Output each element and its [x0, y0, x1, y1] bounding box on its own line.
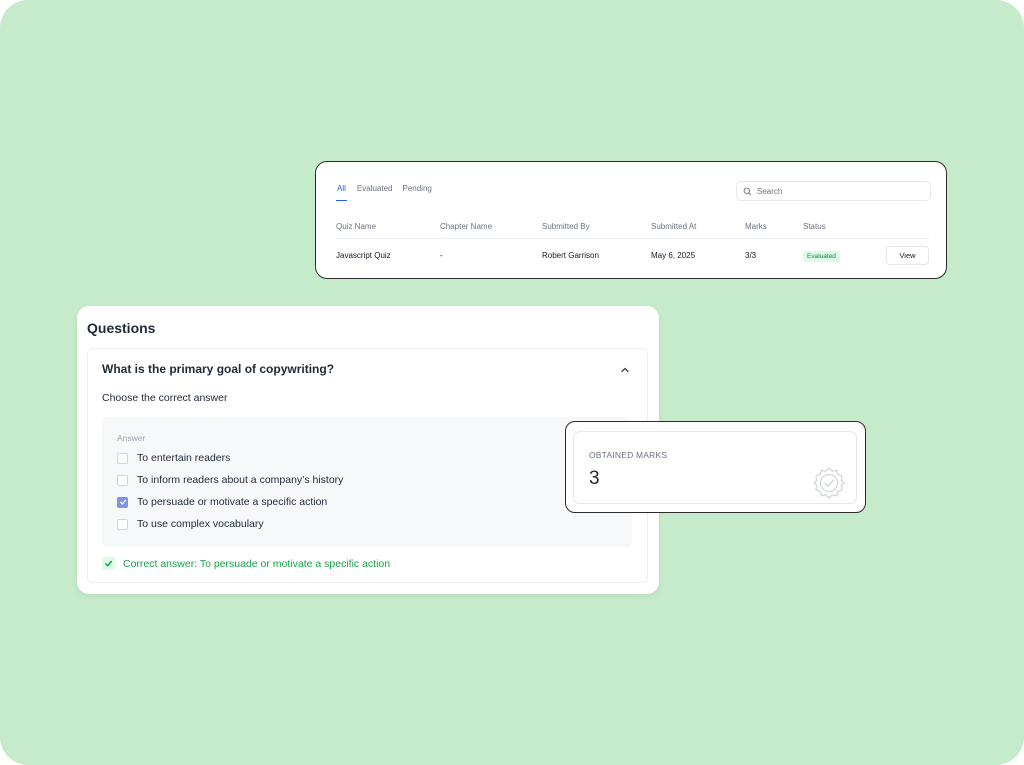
question-text: What is the primary goal of copywriting?: [102, 362, 335, 376]
verified-seal-icon: [813, 467, 845, 499]
obtained-marks-panel: OBTAINED MARKS 3: [573, 431, 857, 504]
obtained-marks-value: 3: [589, 468, 600, 489]
question-instruction: Choose the correct answer: [102, 392, 228, 404]
option-1[interactable]: To entertain readers: [117, 452, 230, 464]
option-label: To inform readers about a company’s hist…: [137, 474, 344, 486]
option-4[interactable]: To use complex vocabulary: [117, 518, 264, 530]
question-panel: What is the primary goal of copywriting?…: [87, 348, 648, 583]
answer-box: Answer To entertain readers To inform re…: [102, 417, 632, 547]
option-checkbox[interactable]: [117, 518, 128, 530]
status-cell: Evaluated: [803, 250, 840, 262]
column-header-submitted-at: Submitted At: [651, 222, 697, 231]
correct-check-icon: [102, 557, 115, 570]
submitted-at-cell: May 6, 2025: [651, 251, 696, 260]
filter-tabs: All Evaluated Pending: [336, 184, 432, 201]
option-3[interactable]: To persuade or motivate a specific actio…: [117, 496, 327, 508]
option-checkbox[interactable]: [117, 452, 128, 464]
search-input[interactable]: [757, 186, 917, 196]
status-badge: Evaluated: [803, 251, 840, 262]
option-2[interactable]: To inform readers about a company’s hist…: [117, 474, 343, 486]
view-button[interactable]: View: [886, 246, 929, 265]
tab-pending[interactable]: Pending: [402, 184, 431, 201]
option-label: To persuade or motivate a specific actio…: [137, 496, 328, 508]
search-icon: [743, 187, 752, 195]
obtained-marks-label: OBTAINED MARKS: [589, 450, 668, 460]
chevron-up-icon[interactable]: [620, 366, 630, 374]
correct-answer-text: Correct answer: To persuade or motivate …: [123, 557, 391, 570]
chapter-name-cell: -: [440, 251, 443, 260]
option-checkbox[interactable]: [117, 474, 128, 486]
marks-cell: 3/3: [745, 251, 757, 260]
column-header-chapter-name: Chapter Name: [440, 222, 493, 231]
check-icon: [119, 499, 126, 505]
option-label: To entertain readers: [137, 452, 231, 464]
submitted-by-cell: Robert Garrison: [542, 251, 599, 260]
table-row: Javascript Quiz - Robert Garrison May 6,…: [336, 246, 930, 265]
background-canvas: All Evaluated Pending Quiz Name Chapter …: [0, 0, 1024, 765]
tab-evaluated[interactable]: Evaluated: [357, 184, 393, 201]
table-divider: [336, 238, 930, 239]
quiz-name-cell: Javascript Quiz: [336, 251, 391, 260]
column-header-submitted-by: Submitted By: [542, 222, 590, 231]
table-header: Quiz Name Chapter Name Submitted By Subm…: [336, 221, 930, 235]
column-header-marks: Marks: [745, 222, 767, 231]
obtained-marks-card: OBTAINED MARKS 3: [565, 421, 866, 513]
questions-title: Questions: [87, 320, 156, 336]
column-header-quiz-name: Quiz Name: [336, 222, 377, 231]
option-checkbox-checked[interactable]: [117, 496, 128, 508]
submissions-table-card: All Evaluated Pending Quiz Name Chapter …: [315, 161, 947, 279]
column-header-status: Status: [803, 222, 826, 231]
tab-all[interactable]: All: [336, 184, 347, 201]
option-label: To use complex vocabulary: [137, 518, 264, 530]
search-box[interactable]: [736, 181, 931, 201]
answer-label: Answer: [117, 433, 146, 443]
correct-answer-row: Correct answer: To persuade or motivate …: [102, 557, 390, 570]
